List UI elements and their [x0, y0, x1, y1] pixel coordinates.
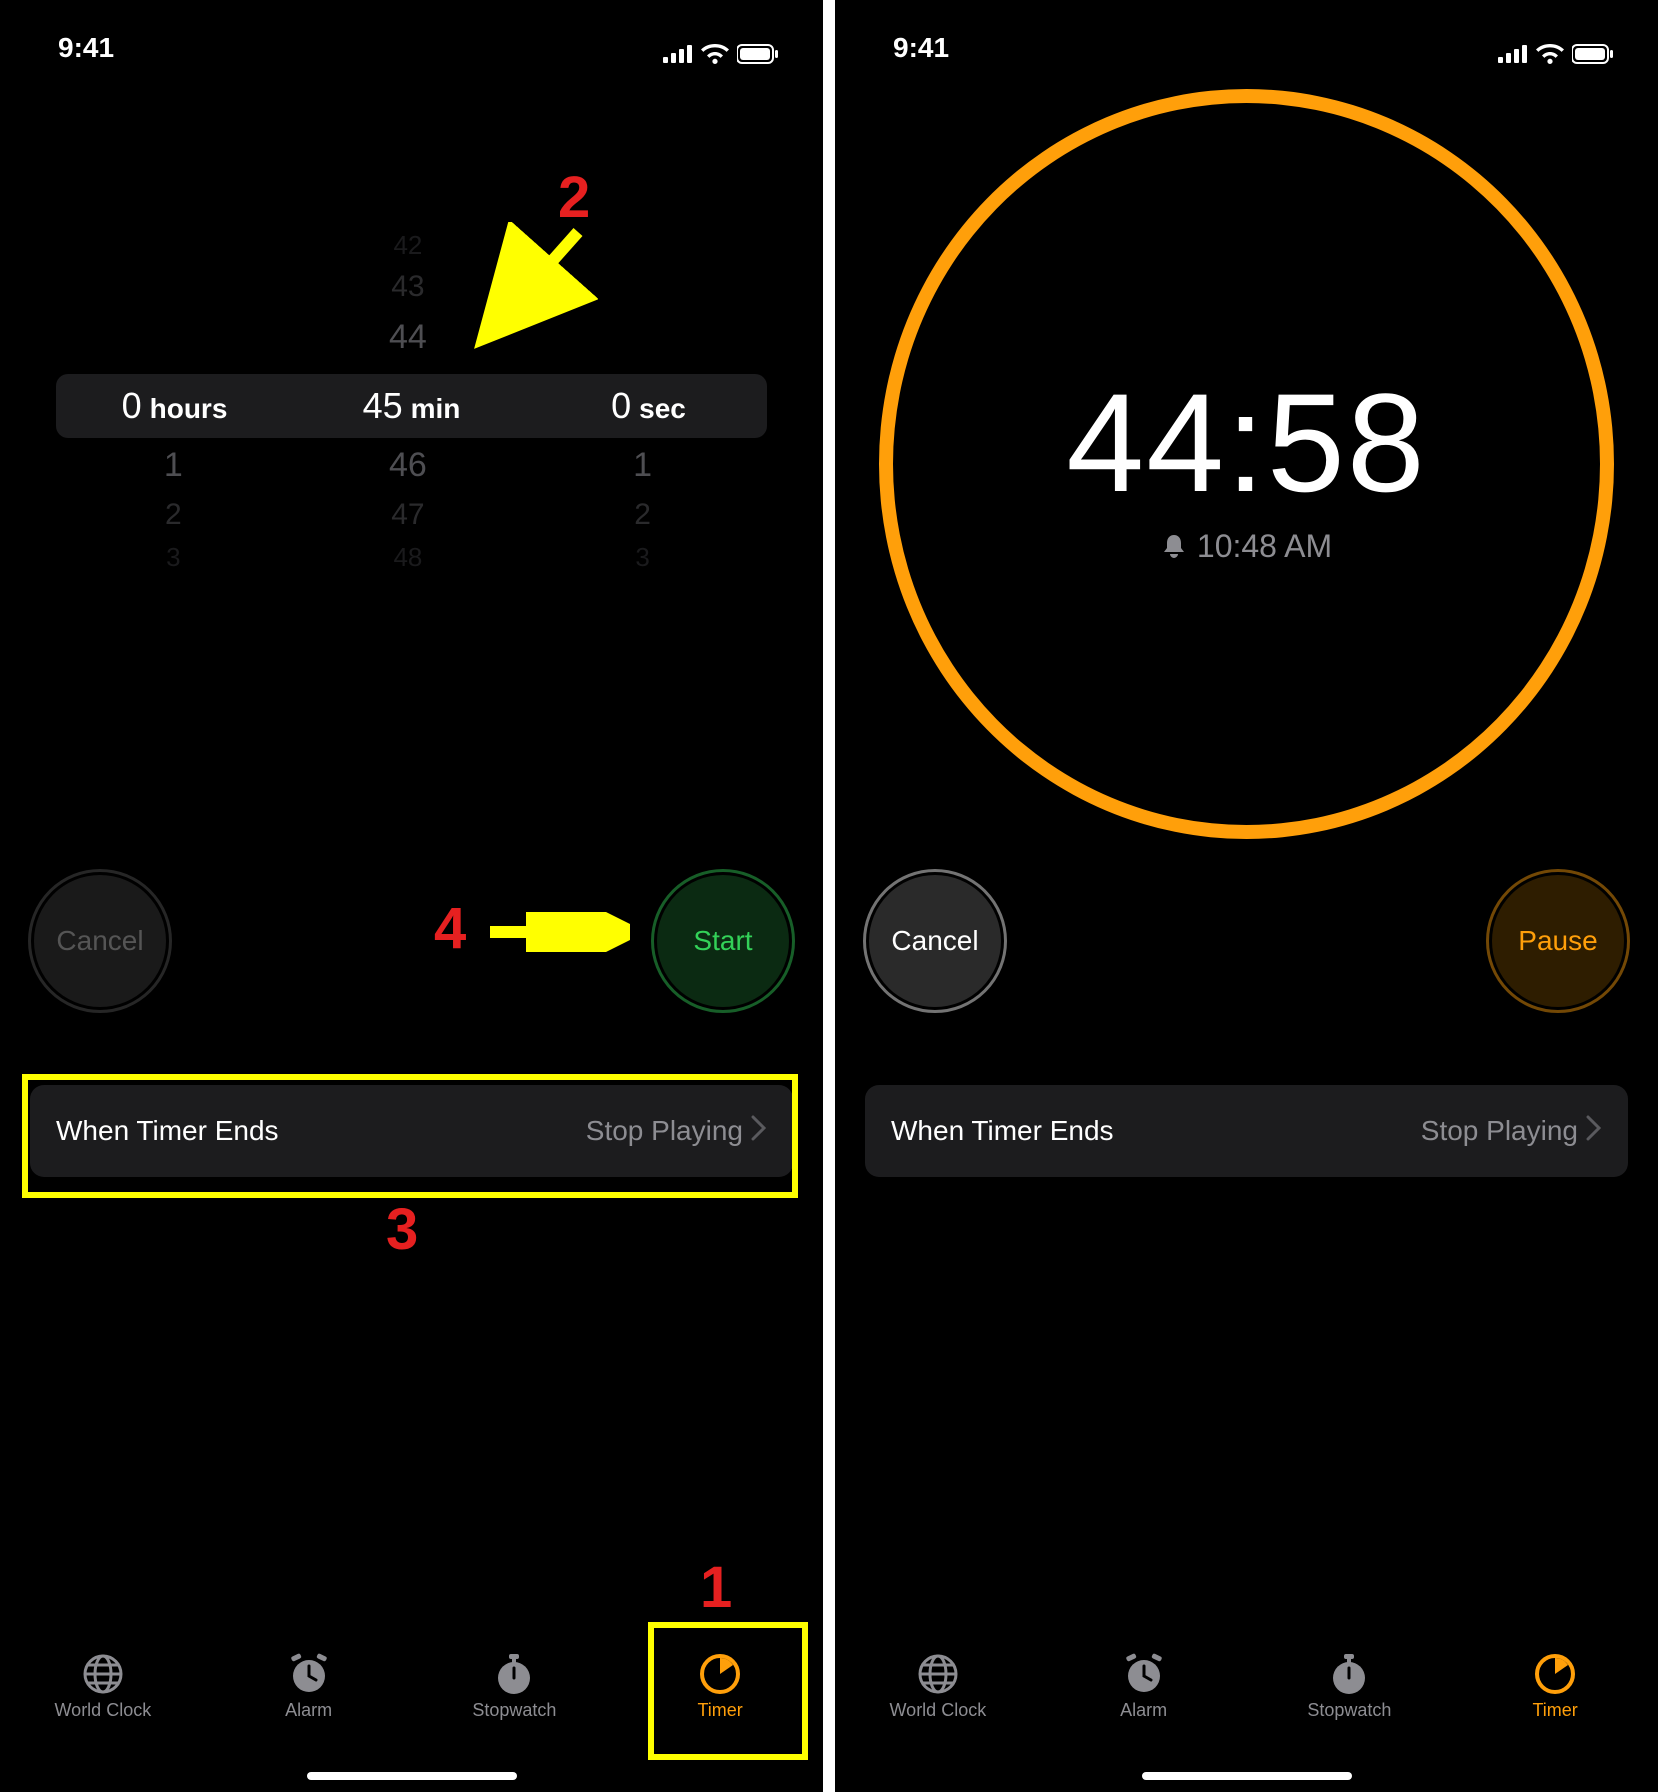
picker-hr-below-2: 2: [56, 498, 291, 532]
pause-label: Pause: [1518, 925, 1597, 957]
tab-label: Timer: [1532, 1700, 1577, 1721]
tab-label: Stopwatch: [1307, 1700, 1391, 1721]
when-timer-ends-value: Stop Playing: [1421, 1115, 1578, 1147]
tab-label: Alarm: [285, 1700, 332, 1721]
alarm-icon: [1122, 1652, 1166, 1696]
tab-bar: World Clock Alarm Stopwatch Timer: [835, 1638, 1658, 1792]
tab-world-clock[interactable]: World Clock: [23, 1652, 183, 1721]
stopwatch-icon: [1327, 1652, 1371, 1696]
picker-sec-below-3: 3: [525, 542, 760, 573]
alarm-icon: [287, 1652, 331, 1696]
status-bar: 9:41: [0, 0, 823, 68]
picker-hr-below-1: 1: [56, 446, 291, 485]
hours-label: hours: [150, 393, 228, 425]
tab-label: Alarm: [1120, 1700, 1167, 1721]
cellular-icon: [663, 45, 693, 63]
status-icons: [1498, 44, 1614, 64]
tab-timer[interactable]: Timer: [640, 1652, 800, 1721]
cancel-button: Cancel: [34, 875, 166, 1007]
cancel-label: Cancel: [56, 925, 143, 957]
countdown-end-time: 10:48 AM: [1161, 528, 1332, 565]
tab-stopwatch[interactable]: Stopwatch: [1269, 1652, 1429, 1721]
timer-controls: Cancel Pause: [869, 867, 1624, 1015]
globe-icon: [916, 1652, 960, 1696]
chevron-right-icon: [1586, 1115, 1602, 1148]
annotation-number-3: 3: [386, 1196, 418, 1263]
minutes-value: 45: [363, 385, 403, 427]
phone-timer-setup: 9:41 44 4: [0, 0, 823, 1792]
wifi-icon: [701, 44, 729, 64]
pause-button[interactable]: Pause: [1492, 875, 1624, 1007]
picker-hr-below-3: 3: [56, 542, 291, 573]
tab-alarm[interactable]: Alarm: [1064, 1652, 1224, 1721]
annotation-number-4: 4: [434, 895, 466, 962]
tab-alarm[interactable]: Alarm: [229, 1652, 389, 1721]
home-indicator[interactable]: [307, 1772, 517, 1780]
picker-min-below-3: 48: [291, 542, 526, 573]
picker-hours[interactable]: 0 hours: [56, 385, 293, 427]
stopwatch-icon: [492, 1652, 536, 1696]
tab-bar: World Clock Alarm Stopwatch Timer: [0, 1638, 823, 1792]
battery-icon: [737, 44, 779, 64]
picker-sec-below-1: 1: [525, 446, 760, 485]
when-timer-ends-row[interactable]: When Timer Ends Stop Playing: [865, 1085, 1628, 1177]
minutes-label: min: [411, 393, 461, 425]
tab-label: Stopwatch: [472, 1700, 556, 1721]
picker-selected-row: 0 hours 45 min 0 sec: [56, 374, 767, 438]
picker-seconds[interactable]: 0 sec: [530, 385, 767, 427]
picker-min-above-3: 42: [291, 230, 526, 261]
picker-minutes[interactable]: 45 min: [293, 385, 530, 427]
seconds-label: sec: [639, 393, 686, 425]
status-time: 9:41: [58, 32, 114, 64]
status-icons: [663, 44, 779, 64]
chevron-right-icon: [751, 1115, 767, 1148]
tab-label: World Clock: [890, 1700, 987, 1721]
tab-stopwatch[interactable]: Stopwatch: [434, 1652, 594, 1721]
duration-picker[interactable]: 44 43 42 0 hours 45 min 0 sec 1: [56, 190, 767, 610]
cancel-label: Cancel: [891, 925, 978, 957]
hours-value: 0: [122, 385, 142, 427]
status-time: 9:41: [893, 32, 949, 64]
battery-icon: [1572, 44, 1614, 64]
bell-icon: [1161, 533, 1187, 561]
when-timer-ends-label: When Timer Ends: [56, 1115, 586, 1147]
phone-timer-running: 9:41 44:58: [835, 0, 1658, 1792]
start-label: Start: [693, 925, 752, 957]
timer-controls: Cancel Start: [34, 867, 789, 1015]
wifi-icon: [1536, 44, 1564, 64]
start-button[interactable]: Start: [657, 875, 789, 1007]
tab-label: World Clock: [55, 1700, 152, 1721]
picker-min-below-2: 47: [291, 498, 526, 532]
annotation-number-1: 1: [700, 1554, 732, 1621]
tab-world-clock[interactable]: World Clock: [858, 1652, 1018, 1721]
when-timer-ends-value: Stop Playing: [586, 1115, 743, 1147]
picker-sec-below-2: 2: [525, 498, 760, 532]
annotation-number-2: 2: [558, 164, 590, 231]
when-timer-ends-label: When Timer Ends: [891, 1115, 1421, 1147]
picker-min-above-1: 44: [291, 318, 526, 357]
end-time-text: 10:48 AM: [1197, 528, 1332, 565]
countdown-ring: 44:58 10:48 AM: [879, 89, 1614, 839]
countdown-time: 44:58: [1066, 362, 1426, 524]
status-bar: 9:41: [835, 0, 1658, 68]
timer-icon: [698, 1652, 742, 1696]
picker-min-above-2: 43: [291, 270, 526, 304]
cellular-icon: [1498, 45, 1528, 63]
cancel-button[interactable]: Cancel: [869, 875, 1001, 1007]
tab-timer[interactable]: Timer: [1475, 1652, 1635, 1721]
when-timer-ends-row[interactable]: When Timer Ends Stop Playing: [30, 1085, 793, 1177]
seconds-value: 0: [611, 385, 631, 427]
tab-label: Timer: [697, 1700, 742, 1721]
globe-icon: [81, 1652, 125, 1696]
picker-min-below-1: 46: [291, 446, 526, 485]
timer-icon: [1533, 1652, 1577, 1696]
home-indicator[interactable]: [1142, 1772, 1352, 1780]
countdown-ring-wrap: 44:58 10:48 AM: [879, 96, 1614, 831]
